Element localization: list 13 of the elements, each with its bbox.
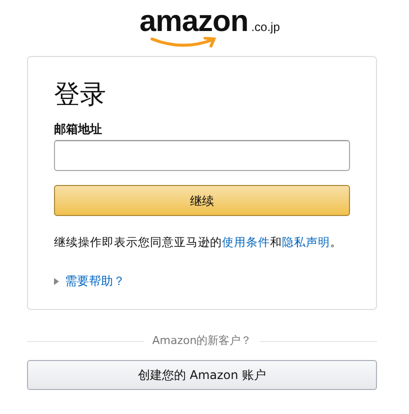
legal-notice: 继续操作即表示您同意亚马逊的使用条件和隐私声明。 — [54, 234, 343, 251]
logo-domain: .co.jp — [251, 20, 280, 34]
page-title: 登录 — [54, 79, 107, 111]
create-account-button[interactable]: 创建您的 Amazon 账户 — [27, 360, 377, 390]
legal-link[interactable]: 使用条件 — [222, 235, 270, 249]
legal-link[interactable]: 隐私声明 — [282, 235, 330, 249]
new-customer-text: Amazon的新客户？ — [152, 334, 252, 348]
email-input-field[interactable] — [54, 140, 350, 171]
help-link[interactable]: 需要帮助？ — [65, 273, 125, 289]
logo-wordmark: amazon — [140, 8, 248, 36]
continue-button[interactable]: 继续 — [54, 185, 350, 216]
expand-triangle-icon[interactable] — [54, 278, 59, 284]
field-label: 邮箱地址 — [54, 121, 103, 137]
